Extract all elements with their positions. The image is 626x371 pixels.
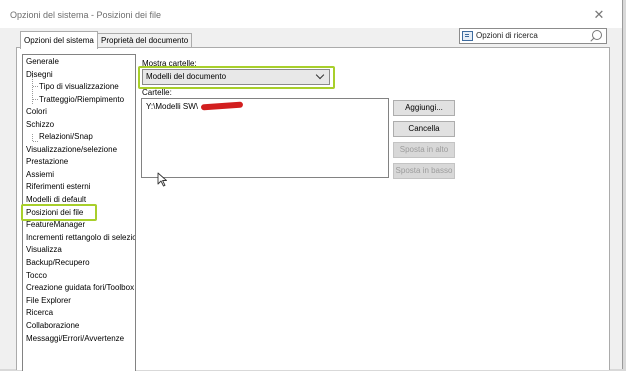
close-icon[interactable]: ✕ <box>588 5 610 25</box>
tree-item-incrementi[interactable]: Incrementi rettangolo di selezione <box>26 232 135 244</box>
title-bar: Opzioni del sistema - Posizioni dei file… <box>0 0 622 28</box>
tree-item-generale[interactable]: Generale <box>26 56 59 68</box>
tree-item-prestazione[interactable]: Prestazione <box>26 156 68 168</box>
options-window: Opzioni del sistema - Posizioni dei file… <box>0 0 623 371</box>
add-folder-button[interactable]: Aggiungi... <box>393 100 455 116</box>
options-search-icon <box>462 31 473 41</box>
selected-item-highlight <box>21 204 97 221</box>
magnifier-icon[interactable] <box>592 30 602 40</box>
move-down-button[interactable]: Sposta in basso <box>393 163 455 179</box>
tree-connector <box>33 99 38 100</box>
tree-item-disegni[interactable]: Disegni <box>26 69 53 81</box>
tree-item-file-explorer[interactable]: File Explorer <box>26 295 71 307</box>
redaction-mark <box>200 101 244 111</box>
folders-list[interactable]: Y:\Modelli SW\ <box>141 98 389 178</box>
tab-system-options[interactable]: Opzioni del sistema <box>20 31 98 49</box>
options-panel: Generale Disegni Tipo di visualizzazione… <box>16 47 610 371</box>
tree-item-tratteggio[interactable]: Tratteggio/Riempimento <box>39 94 124 106</box>
tree-item-creazione-guidata-fori[interactable]: Creazione guidata fori/Toolbox <box>26 282 134 294</box>
tree-item-relazioni-snap[interactable]: Relazioni/Snap <box>39 131 93 143</box>
search-placeholder: Opzioni di ricerca <box>476 31 538 40</box>
tree-item-assiemi[interactable]: Assiemi <box>26 169 54 181</box>
move-up-button[interactable]: Sposta in alto <box>393 142 455 158</box>
tree-item-riferimenti-esterni[interactable]: Riferimenti esterni <box>26 181 90 193</box>
tree-connector <box>33 86 38 87</box>
tree-item-tipo-visualizzazione[interactable]: Tipo di visualizzazione <box>39 81 119 93</box>
window-title: Opzioni del sistema - Posizioni dei file <box>10 10 162 20</box>
tree-item-ricerca[interactable]: Ricerca <box>26 307 53 319</box>
folder-item[interactable]: Y:\Modelli SW\ <box>146 102 198 111</box>
tree-item-tocco[interactable]: Tocco <box>26 270 47 282</box>
tree-item-visualizzazione-selezione[interactable]: Visualizzazione/selezione <box>26 144 117 156</box>
folders-label: Cartelle: <box>142 88 172 97</box>
combo-highlight <box>138 66 335 89</box>
tree-item-visualizza[interactable]: Visualizza <box>26 244 62 256</box>
tree-item-collaborazione[interactable]: Collaborazione <box>26 320 79 332</box>
mouse-cursor-icon <box>157 172 167 187</box>
tab-document-properties[interactable]: Proprietà del documento <box>97 33 193 48</box>
tree-connector <box>33 141 38 142</box>
tree-item-messaggi[interactable]: Messaggi/Errori/Avvertenze <box>26 333 124 345</box>
search-options-field[interactable]: Opzioni di ricerca <box>459 28 607 44</box>
tree-item-schizzo[interactable]: Schizzo <box>26 119 54 131</box>
delete-folder-button[interactable]: Cancella <box>393 121 455 137</box>
tree-connector <box>32 134 34 141</box>
tree-item-colori[interactable]: Colori <box>26 106 47 118</box>
tree-item-backup-recupero[interactable]: Backup/Recupero <box>26 257 90 269</box>
